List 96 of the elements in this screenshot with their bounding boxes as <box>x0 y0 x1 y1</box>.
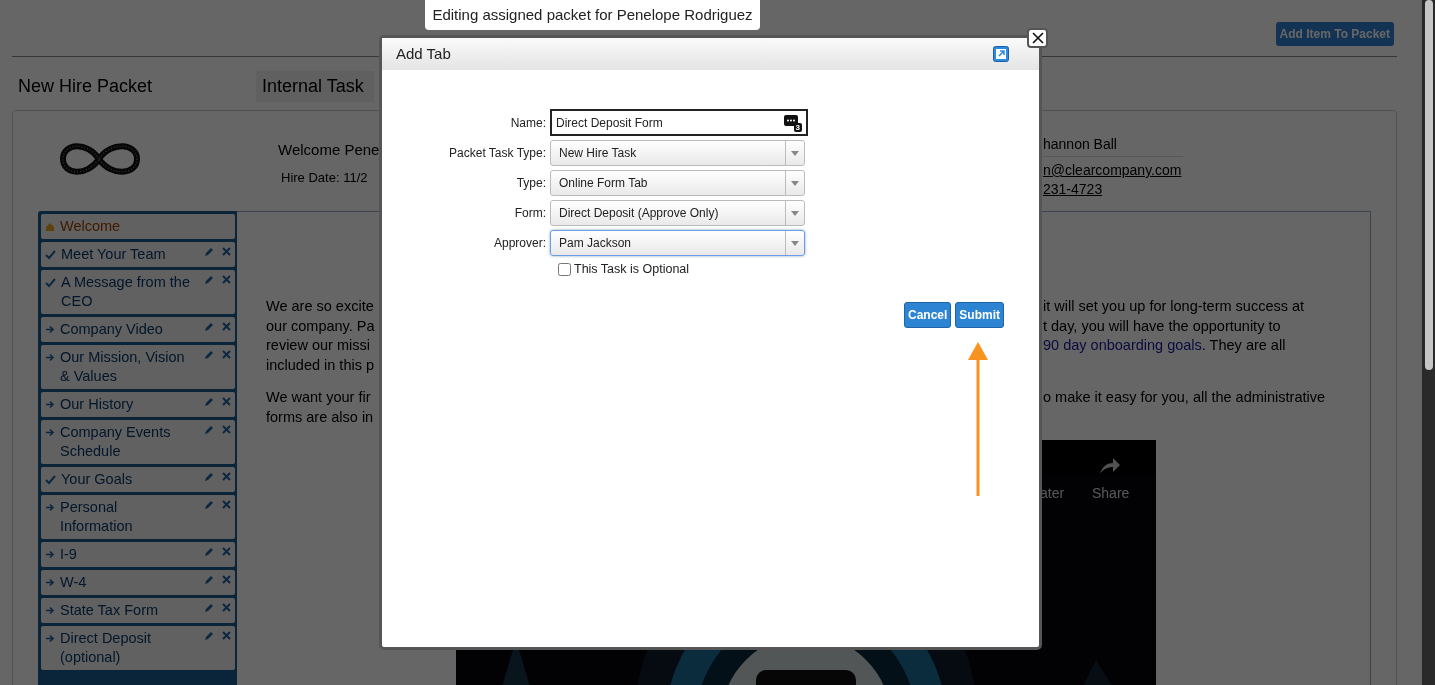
sidebar-item[interactable]: Company Events Schedule <box>41 420 235 464</box>
tab[interactable]: Internal Task <box>256 71 374 102</box>
edit-icon[interactable] <box>204 397 214 407</box>
sidebar-item[interactable]: State Tax Form <box>41 598 235 623</box>
paragraph-text: review our missi <box>266 336 371 355</box>
delete-icon[interactable] <box>222 547 231 556</box>
delete-icon[interactable] <box>222 500 231 509</box>
edit-icon[interactable] <box>204 425 214 435</box>
edit-icon[interactable] <box>204 275 214 285</box>
arrow-right-icon <box>45 399 55 410</box>
delete-icon[interactable] <box>222 472 231 481</box>
icon-badge: 3 <box>793 122 802 132</box>
delete-icon[interactable] <box>222 350 231 359</box>
contact-name: hannon Ball <box>1043 136 1117 152</box>
key-icon[interactable] <box>784 113 798 127</box>
edit-icon[interactable] <box>204 631 214 641</box>
paragraph-text: t day, you will have the opportunity to <box>1043 317 1281 334</box>
paragraph-text: it will set you up for long-term success at <box>1043 298 1305 314</box>
field-label: Packet Task Type: <box>448 145 547 162</box>
check-icon <box>45 277 56 288</box>
sidebar-item[interactable]: Direct Deposit (optional) <box>41 626 235 670</box>
paragraph-text: We are so excite <box>266 297 375 316</box>
caret-icon <box>791 180 799 186</box>
sidebar-item[interactable]: I-9 <box>41 542 235 567</box>
select-field[interactable]: Pam Jackson <box>550 230 805 256</box>
add-item-button[interactable]: Add Item To Packet <box>1275 22 1394 46</box>
edit-icon[interactable] <box>204 500 214 510</box>
tooltip: Editing assigned packet for Penelope Rodriguez <box>425 0 760 30</box>
delete-icon[interactable] <box>222 247 231 256</box>
link[interactable]: 90 day onboarding goals <box>1043 337 1202 353</box>
edit-icon[interactable] <box>204 575 214 585</box>
hire-date: Hire Date: 11/2 <box>280 168 369 187</box>
sidebar-item[interactable]: Our History <box>41 392 235 417</box>
welcome-text: Welcome Pene <box>278 140 381 160</box>
paragraph-text: . They are all <box>1201 337 1286 353</box>
page-title: New Hire Packet <box>17 75 154 98</box>
home-icon <box>45 221 55 232</box>
edit-icon[interactable] <box>204 547 214 557</box>
cancel-button[interactable]: Cancel <box>903 301 952 328</box>
checkbox-label[interactable]: This Task is Optional <box>574 260 690 279</box>
edit-icon[interactable] <box>204 350 214 360</box>
sidebar-item[interactable]: Company Video <box>41 317 235 342</box>
sidebar-item[interactable]: Your Goals <box>41 467 235 492</box>
field-label: Name: <box>509 114 547 132</box>
sidebar-item[interactable]: Welcome <box>41 214 235 239</box>
arrow-right-icon <box>45 549 55 560</box>
delete-icon[interactable] <box>222 322 231 331</box>
caret-icon <box>791 210 799 216</box>
field-label: Approver: <box>492 235 547 252</box>
sidebar-item[interactable]: Personal Information <box>41 495 235 539</box>
check-icon <box>45 249 56 260</box>
checkbox[interactable] <box>558 262 571 276</box>
paragraph-text: included in this p <box>266 355 375 375</box>
edit-icon[interactable] <box>204 603 214 613</box>
popout-icon[interactable] <box>993 46 1009 62</box>
select-field[interactable]: New Hire Task <box>550 140 805 166</box>
arrow-right-icon <box>45 633 55 644</box>
caret-icon <box>791 240 799 246</box>
edit-icon[interactable] <box>204 472 214 482</box>
close-icon <box>1031 32 1044 44</box>
sidebar-item[interactable]: Meet Your Team <box>41 242 235 267</box>
delete-icon[interactable] <box>222 275 231 284</box>
edit-icon[interactable] <box>204 322 214 332</box>
dialog-title: Add Tab <box>396 43 451 64</box>
paragraph-text: our company. Pa <box>266 316 376 336</box>
arrow-right-icon <box>45 577 55 588</box>
arrow-right-icon <box>45 352 55 363</box>
field-label: Type: <box>515 175 547 192</box>
delete-icon[interactable] <box>222 575 231 584</box>
field-label: Form: <box>513 205 547 222</box>
select-field[interactable]: Direct Deposit (Approve Only) <box>550 200 805 226</box>
delete-icon[interactable] <box>222 425 231 434</box>
arrow-right-icon <box>45 502 55 513</box>
submit-button[interactable]: Submit <box>955 301 1004 328</box>
caret-icon <box>791 150 799 156</box>
check-icon <box>45 474 56 485</box>
scroll-bar[interactable] <box>1422 0 1435 685</box>
sidebar-item[interactable]: W-4 <box>41 570 235 595</box>
video-label[interactable]: Share <box>1092 483 1130 504</box>
delete-icon[interactable] <box>222 631 231 640</box>
delete-icon[interactable] <box>222 397 231 406</box>
arrow-right-icon <box>45 427 55 438</box>
contact-link[interactable]: 231-4723 <box>1043 181 1103 197</box>
arrow-right-icon <box>45 324 55 335</box>
contact-link[interactable]: n@clearcompany.com <box>1043 162 1182 178</box>
sidebar-item[interactable]: Our Mission, Vision & Values <box>41 345 235 389</box>
sidebar-item[interactable]: A Message from the CEO <box>41 270 235 314</box>
close-button[interactable] <box>1027 28 1048 48</box>
select-field[interactable]: Online Form Tab <box>550 170 805 196</box>
paragraph-text: forms are also in <box>266 407 375 427</box>
arrow-right-icon <box>45 605 55 616</box>
paragraph-text: o make it easy for you, all the administrative <box>1043 389 1326 405</box>
delete-icon[interactable] <box>222 603 231 612</box>
name-field[interactable]: Direct Deposit Form 3 <box>550 109 808 136</box>
edit-icon[interactable] <box>204 247 214 257</box>
paragraph-text: We want your fir <box>266 388 372 407</box>
